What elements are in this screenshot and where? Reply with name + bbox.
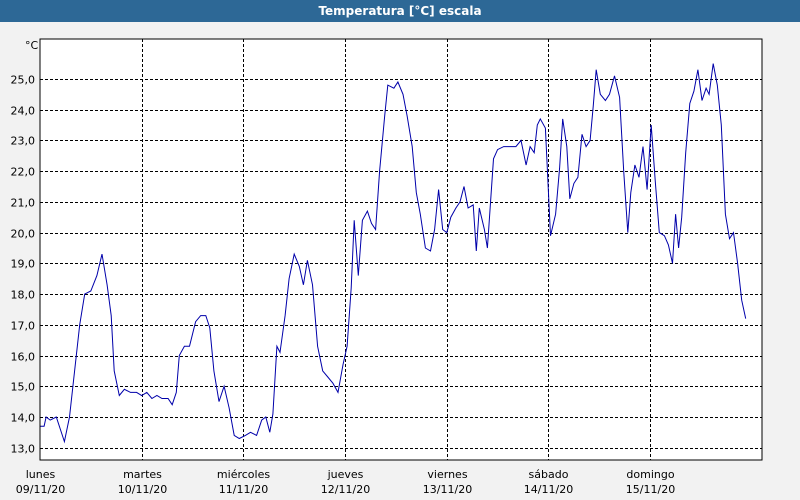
y-tick-label: 24,0 bbox=[11, 105, 36, 118]
y-tick-label: 19,0 bbox=[11, 258, 36, 271]
x-tick-day-label: viernes bbox=[427, 468, 467, 481]
x-tick-date-label: 09/11/20 bbox=[16, 483, 65, 496]
x-tick-date-label: 12/11/20 bbox=[321, 483, 370, 496]
y-tick-label: 20,0 bbox=[11, 228, 36, 241]
chart-title: Temperatura [°C] escala bbox=[318, 4, 482, 18]
y-tick-label: 18,0 bbox=[11, 289, 36, 302]
plot-area bbox=[40, 39, 762, 460]
y-axis-unit: °C bbox=[25, 39, 39, 52]
x-tick-date-label: 13/11/20 bbox=[423, 483, 472, 496]
chart-title-bar: Temperatura [°C] escala bbox=[0, 0, 800, 22]
x-tick-date-label: 10/11/20 bbox=[118, 483, 167, 496]
x-axis-ticks: lunes 09/11/20 martes 10/11/20 miércoles 11/1… bbox=[16, 468, 675, 496]
y-tick-label: 13,0 bbox=[11, 443, 36, 456]
x-tick-day-label: miércoles bbox=[217, 468, 270, 481]
x-tick-day-label: jueves bbox=[327, 468, 364, 481]
chart-area: 13,0 14,0 15,0 16,0 17,0 18,0 19,0 20,0 21,0 22,0… bbox=[0, 22, 800, 500]
x-tick-day-label: sábado bbox=[529, 468, 569, 481]
y-tick-label: 15,0 bbox=[11, 381, 36, 394]
y-tick-label: 25,0 bbox=[11, 74, 36, 87]
y-tick-label: 16,0 bbox=[11, 351, 36, 364]
temperature-chart: 13,0 14,0 15,0 16,0 17,0 18,0 19,0 20,0 21,0 22,0… bbox=[11, 38, 763, 496]
x-tick-date-label: 11/11/20 bbox=[219, 483, 268, 496]
x-tick-day-label: lunes bbox=[26, 468, 56, 481]
y-axis-ticks: 13,0 14,0 15,0 16,0 17,0 18,0 19,0 20,0 21,0 22,0… bbox=[11, 74, 36, 456]
y-tick-label: 23,0 bbox=[11, 135, 36, 148]
y-tick-label: 17,0 bbox=[11, 320, 36, 333]
y-tick-label: 22,0 bbox=[11, 166, 36, 179]
x-tick-day-label: martes bbox=[123, 468, 162, 481]
x-tick-date-label: 15/11/20 bbox=[626, 483, 675, 496]
x-tick-day-label: domingo bbox=[626, 468, 674, 481]
x-tick-date-label: 14/11/20 bbox=[524, 483, 573, 496]
y-tick-label: 14,0 bbox=[11, 412, 36, 425]
y-tick-label: 21,0 bbox=[11, 197, 36, 210]
